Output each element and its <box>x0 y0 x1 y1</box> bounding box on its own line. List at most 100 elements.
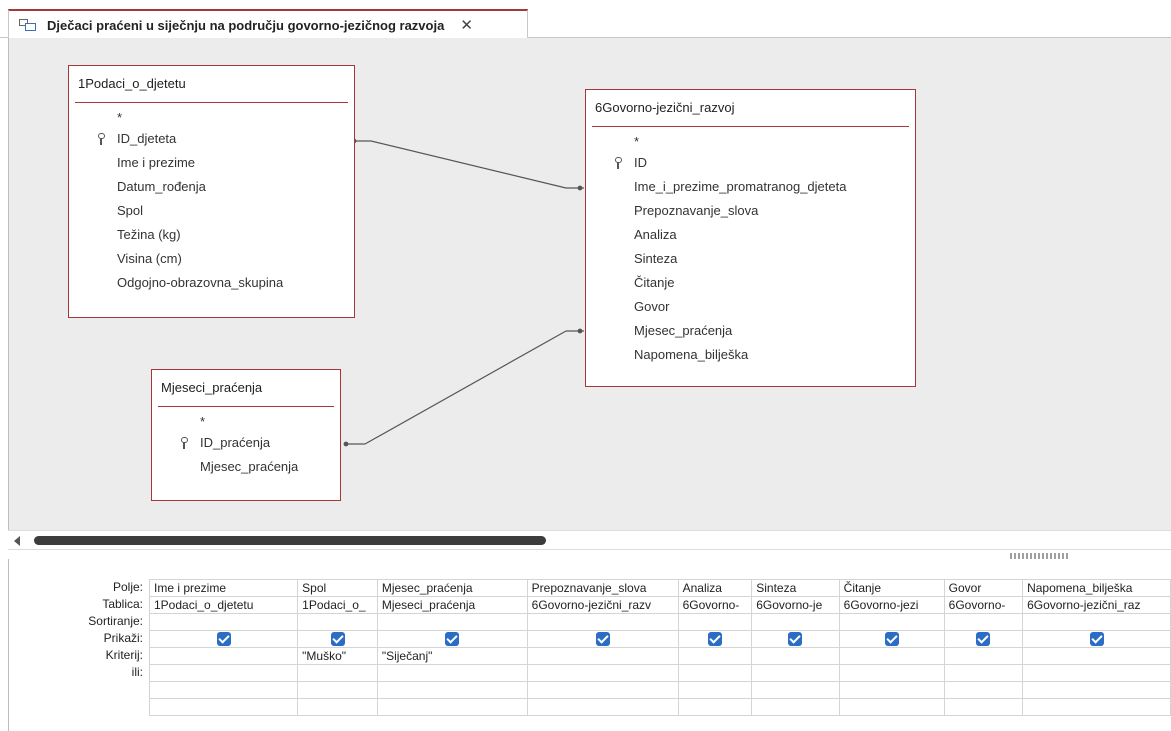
grid-cell-criteria[interactable] <box>838 647 945 665</box>
grid-cell-empty[interactable] <box>148 698 299 716</box>
scroll-left-icon[interactable] <box>14 536 20 546</box>
grid-cell-criteria[interactable] <box>751 647 840 665</box>
grid-cell-field[interactable]: Analiza <box>677 579 753 597</box>
grid-cell-empty[interactable] <box>1022 681 1171 699</box>
grid-cell-show[interactable] <box>376 630 528 648</box>
field[interactable]: Mjesec_praćenja <box>152 455 340 479</box>
grid-cell-empty[interactable] <box>526 698 679 716</box>
grid-cell-sort[interactable] <box>943 613 1024 631</box>
grid-cell-empty[interactable] <box>526 681 679 699</box>
field[interactable]: Datum_rođenja <box>69 175 354 199</box>
field-key[interactable]: ID_djeteta <box>69 127 354 151</box>
grid-cell-sort[interactable] <box>297 613 378 631</box>
field[interactable]: Ime_i_prezime_promatranog_djeteta <box>586 175 915 199</box>
grid-cell-show[interactable] <box>677 630 753 648</box>
grid-cell-empty[interactable] <box>838 681 945 699</box>
show-checkbox[interactable] <box>884 632 899 647</box>
grid-cell-show[interactable] <box>1022 630 1171 648</box>
grid-cell-or[interactable] <box>838 664 945 682</box>
field-all[interactable]: * <box>69 109 354 127</box>
grid-cell-sort[interactable] <box>751 613 840 631</box>
grid-cell-table[interactable]: 1Podaci_o_ <box>297 596 378 614</box>
grid-cell-empty[interactable] <box>838 698 945 716</box>
grid-cell-field[interactable]: Napomena_bilješka <box>1022 579 1171 597</box>
grid-cell-show[interactable] <box>526 630 679 648</box>
grid-cell-criteria[interactable]: "Siječanj" <box>376 647 528 665</box>
field[interactable]: Ime i prezime <box>69 151 354 175</box>
show-checkbox[interactable] <box>216 632 231 647</box>
table-title[interactable]: Mjeseci_praćenja <box>152 370 340 406</box>
grid-cell-or[interactable] <box>297 664 378 682</box>
query-tab[interactable]: Dječaci praćeni u siječnju na području g… <box>8 9 528 39</box>
grid-cell-empty[interactable] <box>751 681 840 699</box>
grid-cell-field[interactable]: Mjesec_praćenja <box>376 579 528 597</box>
show-checkbox[interactable] <box>788 632 803 647</box>
close-icon[interactable]: ✕ <box>460 16 473 34</box>
grid-cell-field[interactable]: Čitanje <box>838 579 945 597</box>
grid-cell-empty[interactable] <box>751 698 840 716</box>
field[interactable]: Odgojno-obrazovna_skupina <box>69 271 354 295</box>
grid-cell-table[interactable]: 6Govorno- <box>943 596 1024 614</box>
grid-cell-sort[interactable] <box>838 613 945 631</box>
field[interactable]: Mjesec_praćenja <box>586 319 915 343</box>
grid-cell-table[interactable]: 6Govorno-jezi <box>838 596 945 614</box>
grid-cell-or[interactable] <box>751 664 840 682</box>
grid-cell-empty[interactable] <box>148 681 299 699</box>
field[interactable]: Prepoznavanje_slova <box>586 199 915 223</box>
field-all[interactable]: * <box>152 413 340 431</box>
grid-cell-field[interactable]: Govor <box>943 579 1024 597</box>
grid-cell-sort[interactable] <box>376 613 528 631</box>
grid-cell-criteria[interactable] <box>1022 647 1171 665</box>
table-govorno-jezicni-razvoj[interactable]: 6Govorno-jezični_razvoj * ID Ime_i_prezi… <box>585 89 916 387</box>
show-checkbox[interactable] <box>1089 632 1104 647</box>
table-mjeseci-pracenja[interactable]: Mjeseci_praćenja * ID_praćenja Mjesec_pr… <box>151 369 341 501</box>
grid-cell-show[interactable] <box>297 630 378 648</box>
grid-cell-or[interactable] <box>526 664 679 682</box>
grid-cell-empty[interactable] <box>376 681 528 699</box>
grid-cell-show[interactable] <box>148 630 299 648</box>
field-key[interactable]: ID <box>586 151 915 175</box>
grid-cell-field[interactable]: Spol <box>297 579 378 597</box>
grid-cell-empty[interactable] <box>943 698 1024 716</box>
show-checkbox[interactable] <box>707 632 722 647</box>
grid-cell-table[interactable]: 6Govorno- <box>677 596 753 614</box>
field-all[interactable]: * <box>586 133 915 151</box>
grid-cell-empty[interactable] <box>297 681 378 699</box>
field[interactable]: Spol <box>69 199 354 223</box>
show-checkbox[interactable] <box>976 632 991 647</box>
show-checkbox[interactable] <box>330 632 345 647</box>
grid-cell-show[interactable] <box>751 630 840 648</box>
horizontal-scrollbar[interactable] <box>8 530 1171 550</box>
grid-cell-table[interactable]: 6Govorno-je <box>751 596 840 614</box>
table-title[interactable]: 1Podaci_o_djetetu <box>69 66 354 102</box>
grid-cell-sort[interactable] <box>526 613 679 631</box>
field[interactable]: Sinteza <box>586 247 915 271</box>
field[interactable]: Analiza <box>586 223 915 247</box>
field[interactable]: Čitanje <box>586 271 915 295</box>
grid-cell-or[interactable] <box>376 664 528 682</box>
grid-cell-sort[interactable] <box>1022 613 1171 631</box>
grid-cell-table[interactable]: 6Govorno-jezični_raz <box>1022 596 1171 614</box>
grid-cell-empty[interactable] <box>1022 698 1171 716</box>
field[interactable]: Napomena_bilješka <box>586 343 915 367</box>
grid-cell-criteria[interactable] <box>677 647 753 665</box>
show-checkbox[interactable] <box>595 632 610 647</box>
grid-cell-show[interactable] <box>838 630 945 648</box>
grid-cell-sort[interactable] <box>148 613 299 631</box>
grid-cell-or[interactable] <box>943 664 1024 682</box>
grid-cell-table[interactable]: Mjeseci_praćenja <box>376 596 528 614</box>
grid-cell-or[interactable] <box>677 664 753 682</box>
grid-cell-criteria[interactable] <box>526 647 679 665</box>
grid-cell-sort[interactable] <box>677 613 753 631</box>
grid-cell-show[interactable] <box>943 630 1024 648</box>
grid-cell-or[interactable] <box>148 664 299 682</box>
grid-cell-table[interactable]: 6Govorno-jezični_razv <box>526 596 679 614</box>
scrollbar-thumb[interactable] <box>34 536 546 545</box>
show-checkbox[interactable] <box>445 632 460 647</box>
field[interactable]: Govor <box>586 295 915 319</box>
grid-cell-field[interactable]: Prepoznavanje_slova <box>526 579 679 597</box>
table-podaci-o-djetetu[interactable]: 1Podaci_o_djetetu * ID_djeteta Ime i pre… <box>68 65 355 318</box>
grid-cell-empty[interactable] <box>376 698 528 716</box>
grid-cell-field[interactable]: Sinteza <box>751 579 840 597</box>
grid-cell-criteria[interactable] <box>148 647 299 665</box>
